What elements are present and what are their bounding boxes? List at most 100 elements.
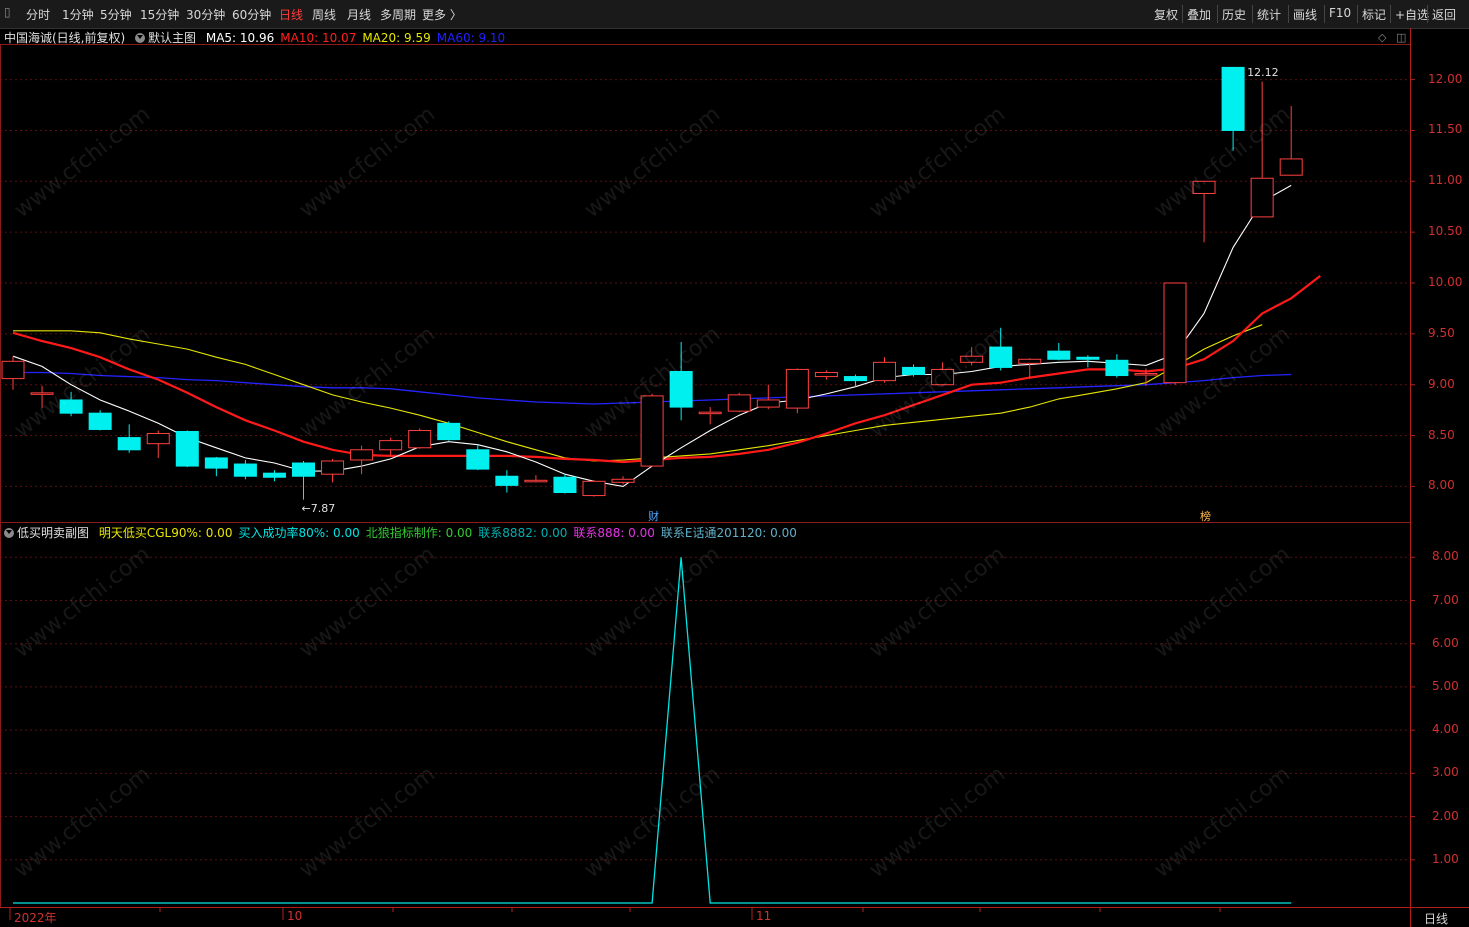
candle bbox=[117, 424, 141, 453]
candle-body bbox=[989, 346, 1013, 368]
low-price-mark: ←7.87 bbox=[301, 501, 336, 515]
candle-body bbox=[146, 433, 170, 445]
candle-body bbox=[262, 472, 286, 478]
ranking-event-marker[interactable]: 榜 bbox=[1200, 508, 1211, 524]
candle bbox=[321, 458, 345, 483]
candle bbox=[350, 445, 374, 475]
candle-body bbox=[1163, 282, 1187, 384]
candle-body bbox=[960, 355, 984, 363]
indicator-tick-label: 4.00 bbox=[1432, 722, 1459, 737]
candle bbox=[611, 476, 635, 485]
candle bbox=[553, 474, 577, 494]
candle bbox=[466, 444, 490, 471]
candle bbox=[30, 385, 54, 409]
candle bbox=[146, 430, 170, 458]
candle bbox=[1047, 343, 1071, 361]
candle bbox=[843, 374, 867, 387]
period-label[interactable]: 日线 bbox=[1424, 910, 1448, 927]
price-tick-label: 11.00 bbox=[1428, 173, 1463, 188]
candle bbox=[408, 428, 432, 449]
indicator-tick-label: 7.00 bbox=[1432, 592, 1459, 607]
candle bbox=[262, 470, 286, 482]
candle-body bbox=[1221, 66, 1245, 131]
finance-event-marker[interactable]: 财 bbox=[648, 508, 659, 524]
candle-body bbox=[350, 449, 374, 461]
candle bbox=[175, 430, 199, 468]
signal-line bbox=[13, 557, 1292, 904]
indicator-tick-label: 6.00 bbox=[1432, 635, 1459, 650]
candle-body bbox=[582, 480, 606, 497]
candle-body bbox=[466, 449, 490, 470]
candle-body bbox=[1134, 373, 1158, 376]
candle-body bbox=[437, 422, 461, 441]
grid-lines bbox=[0, 79, 1415, 920]
kline-chart[interactable] bbox=[0, 0, 1469, 927]
price-tick-label: 8.00 bbox=[1428, 478, 1455, 493]
candle-body bbox=[640, 395, 664, 467]
date-tick-label: 11 bbox=[756, 909, 772, 923]
candle-body bbox=[204, 457, 228, 469]
candle-body bbox=[727, 394, 751, 412]
candle-body bbox=[1018, 358, 1042, 364]
candle bbox=[1250, 81, 1274, 218]
indicator-tick-label: 8.00 bbox=[1432, 549, 1459, 564]
candle-body bbox=[553, 476, 577, 494]
candle-body bbox=[902, 366, 926, 376]
candle bbox=[669, 341, 693, 421]
candle-body bbox=[1279, 158, 1303, 176]
candle-body bbox=[785, 368, 809, 409]
high-price-mark: 12.12 bbox=[1247, 66, 1279, 80]
candle bbox=[437, 421, 461, 441]
candle-body bbox=[408, 429, 432, 449]
price-tick-label: 8.50 bbox=[1428, 427, 1455, 442]
candle-body bbox=[1076, 356, 1100, 360]
candle-body bbox=[669, 370, 693, 408]
candle-body bbox=[756, 399, 780, 408]
candle bbox=[1192, 180, 1216, 243]
candle bbox=[931, 362, 955, 386]
candle-body bbox=[88, 412, 112, 430]
price-tick-label: 9.50 bbox=[1428, 325, 1455, 340]
candle bbox=[59, 391, 83, 417]
candle-body bbox=[931, 368, 955, 386]
candle bbox=[292, 460, 315, 500]
candle bbox=[1279, 106, 1303, 176]
ma20-line bbox=[13, 324, 1263, 462]
candle bbox=[233, 459, 257, 480]
candle-body bbox=[321, 460, 345, 475]
candle-body bbox=[59, 399, 83, 414]
candle bbox=[989, 327, 1013, 371]
price-tick-label: 10.50 bbox=[1428, 224, 1463, 239]
price-tick-label: 10.00 bbox=[1428, 275, 1463, 289]
candle bbox=[727, 392, 751, 413]
candle-body bbox=[233, 463, 257, 477]
candle bbox=[698, 407, 722, 425]
indicator-tick-label: 1.00 bbox=[1432, 851, 1459, 866]
candle bbox=[814, 370, 838, 380]
indicator-tick-label: 3.00 bbox=[1432, 765, 1459, 780]
moving-average-lines bbox=[12, 184, 1321, 487]
candle-body bbox=[30, 392, 54, 395]
candle bbox=[495, 470, 519, 493]
candle-body bbox=[292, 462, 315, 477]
candle bbox=[873, 357, 896, 383]
candle bbox=[88, 410, 112, 431]
candle bbox=[1105, 354, 1129, 378]
candle-body bbox=[1192, 180, 1216, 195]
indicator-tick-label: 2.00 bbox=[1432, 808, 1459, 823]
price-tick-label: 11.50 bbox=[1428, 122, 1463, 137]
candle bbox=[756, 384, 780, 410]
candle bbox=[1221, 66, 1245, 151]
candle-body bbox=[175, 430, 199, 467]
indicator-tick-label: 5.00 bbox=[1432, 678, 1459, 693]
date-tick-label: 2022年 bbox=[14, 911, 57, 925]
candle-body bbox=[843, 376, 867, 382]
signal-polyline bbox=[13, 557, 1292, 904]
candle bbox=[1163, 282, 1187, 385]
candle bbox=[640, 393, 664, 467]
candle bbox=[785, 368, 809, 414]
candle-body bbox=[611, 478, 635, 483]
candle bbox=[902, 364, 926, 377]
candle bbox=[524, 475, 548, 483]
candle-body bbox=[495, 475, 519, 486]
